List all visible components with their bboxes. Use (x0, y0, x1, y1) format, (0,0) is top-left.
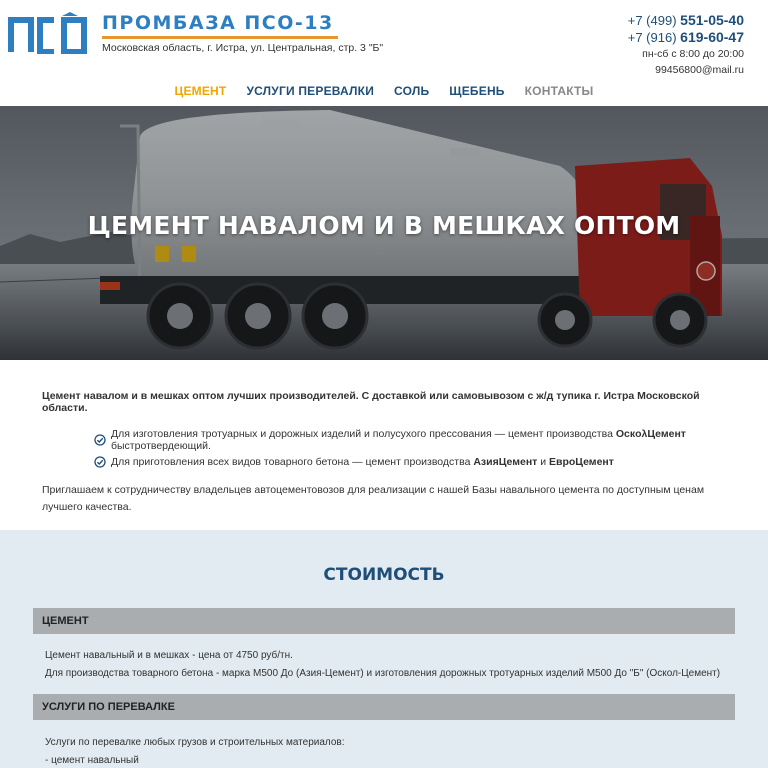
nav-item-transshipment[interactable]: УСЛУГИ ПЕРЕВАЛКИ (246, 84, 374, 98)
hero-title: ЦЕМЕНТ НАВАЛОМ И В МЕШКАХ ОПТОМ (87, 211, 681, 240)
address: Московская область, г. Истра, ул. Центра… (102, 42, 384, 54)
logo-name: ПРОМБАЗА ПСО-13 (102, 12, 334, 34)
nav-item-salt[interactable]: СОЛЬ (394, 84, 429, 98)
list-item: Для изготовления тротуарных и дорожных и… (94, 428, 732, 452)
phone-code: +7 (916) (627, 30, 677, 45)
phone-2[interactable]: +7 (916) 619-60-47 (628, 29, 744, 46)
feature-tail: быстротвердеющий. (111, 440, 211, 452)
invite-text: Приглашаем к сотрудничеству владельцев а… (42, 484, 705, 513)
price-line: - цемент навальный (45, 755, 139, 766)
nav-item-cement[interactable]: ЦЕМЕНТ (174, 84, 226, 98)
feature-brand: АзияЦемент (473, 456, 538, 468)
pricing-section: СТОИМОСТЬ ЦЕМЕНТ Цемент навальный и в ме… (0, 530, 768, 768)
email-link[interactable]: 99456800@mail.ru (628, 62, 744, 78)
price-line: Услуги по перевалке любых грузов и строи… (45, 737, 345, 748)
working-hours: пн-сб с 8:00 до 20:00 (642, 48, 744, 60)
logo-mark-icon (8, 12, 87, 54)
phone-1[interactable]: +7 (499) 551-05-40 (628, 12, 744, 29)
feature-list: Для изготовления тротуарных и дорожных и… (94, 428, 732, 468)
category-title: ЦЕМЕНТ (42, 615, 89, 627)
check-circle-icon (94, 434, 106, 446)
category-header-transshipment[interactable]: УСЛУГИ ПО ПЕРЕВАЛКЕ (33, 694, 735, 720)
price-line: Для производства товарного бетона - марк… (45, 668, 721, 679)
pricing-title: СТОИМОСТЬ (323, 565, 445, 585)
intro-section: Цемент навалом и в мешках оптом лучших п… (42, 390, 732, 516)
category-title: УСЛУГИ ПО ПЕРЕВАЛКЕ (42, 701, 175, 713)
phone-number: 551-05-40 (680, 12, 744, 28)
category-header-cement[interactable]: ЦЕМЕНТ (33, 608, 735, 634)
nav-item-gravel[interactable]: ЩЕБЕНЬ (449, 84, 504, 98)
site-header: ПРОМБАЗА ПСО-13 Московская область, г. И… (0, 0, 768, 106)
feature-text: Для изготовления тротуарных и дорожных и… (111, 428, 616, 440)
price-line: Цемент навальный и в мешках - цена от 47… (45, 650, 293, 661)
feature-brand: ОскολЦемент (615, 428, 686, 440)
list-item: Для приготовления всех видов товарного б… (94, 456, 732, 468)
check-circle-icon (94, 456, 106, 468)
logo-underline (102, 36, 338, 39)
phone-code: +7 (499) (627, 13, 677, 28)
main-nav: ЦЕМЕНТ УСЛУГИ ПЕРЕВАЛКИ СОЛЬ ЩЕБЕНЬ КОНТ… (0, 84, 768, 98)
nav-item-contacts[interactable]: КОНТАКТЫ (525, 84, 594, 98)
feature-text: Для приготовления всех видов товарного б… (111, 456, 474, 468)
phone-number: 619-60-47 (680, 29, 744, 45)
contacts-block: +7 (499) 551-05-40 +7 (916) 619-60-47 пн… (628, 12, 744, 78)
intro-lead: Цемент навалом и в мешках оптом лучших п… (42, 390, 700, 414)
logo[interactable]: ПРОМБАЗА ПСО-13 Московская область, г. И… (8, 12, 383, 54)
hero-banner: ЦЕМЕНТ НАВАЛОМ И В МЕШКАХ ОПТОМ (0, 106, 768, 360)
feature-brand: ЕвроЦемент (549, 456, 614, 468)
feature-separator: и (537, 456, 550, 468)
